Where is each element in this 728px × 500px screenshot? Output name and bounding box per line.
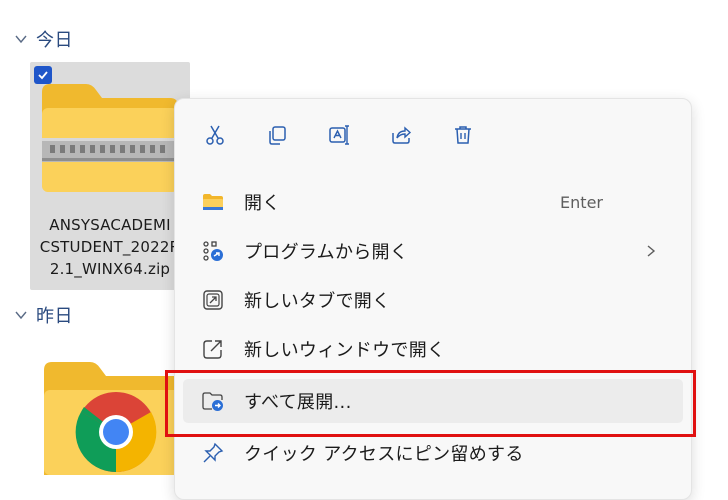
folder-icon: [203, 194, 223, 210]
menu-item-open-new-tab[interactable]: 新しいタブで開く: [183, 278, 683, 322]
chevron-down-icon: [15, 35, 27, 44]
context-menu: 開く Enter プログラムから開く 新しいタブで開く 新しいウィンドウで開く …: [174, 98, 692, 500]
group-title-yesterday: 昨日: [36, 306, 73, 327]
copy-button[interactable]: [259, 117, 295, 153]
zip-folder-icon: [42, 84, 178, 192]
checkmark-icon: [38, 71, 48, 80]
cut-button[interactable]: [197, 117, 233, 153]
new-window-icon: [203, 340, 222, 359]
chrome-folder-icon[interactable]: [44, 362, 184, 475]
scissors-icon: [206, 125, 224, 145]
copy-icon: [269, 126, 286, 145]
share-button[interactable]: [383, 117, 419, 153]
chevron-down-icon: [15, 311, 27, 320]
menu-item-open-with[interactable]: プログラムから開く: [183, 229, 683, 273]
share-icon: [392, 126, 412, 144]
file-name-label: ANSYSACADEMI CSTUDENT_2022R 2.1_WINX64.z…: [39, 216, 181, 278]
menu-item-open[interactable]: 開く Enter: [183, 180, 683, 224]
menu-item-pin-quick-access[interactable]: クイック アクセスにピン留めする: [183, 431, 683, 475]
rename-button[interactable]: [321, 117, 357, 153]
menu-item-shortcut: Enter: [560, 192, 603, 212]
menu-item-open-new-window[interactable]: 新しいウィンドウで開く: [183, 327, 683, 371]
group-header-today[interactable]: 今日: [14, 26, 73, 52]
highlight-annotation-box: [165, 370, 696, 437]
new-tab-icon: [203, 290, 223, 310]
group-header-yesterday[interactable]: 昨日: [14, 302, 73, 328]
delete-button[interactable]: [445, 117, 481, 153]
context-menu-toolbar: [175, 99, 691, 171]
menu-item-label: 開く: [244, 193, 281, 214]
menu-item-label: 新しいタブで開く: [244, 291, 391, 312]
rename-icon: [329, 125, 349, 145]
group-title-today: 今日: [36, 30, 73, 51]
chevron-right-icon: [647, 245, 656, 257]
trash-icon: [455, 126, 471, 144]
open-with-icon: [203, 241, 223, 261]
menu-item-label: 新しいウィンドウで開く: [244, 340, 446, 361]
pin-icon: [203, 442, 224, 463]
selection-checkbox[interactable]: [34, 66, 52, 84]
menu-item-label: プログラムから開く: [244, 242, 409, 263]
menu-item-label: クイック アクセスにピン留めする: [244, 444, 524, 465]
